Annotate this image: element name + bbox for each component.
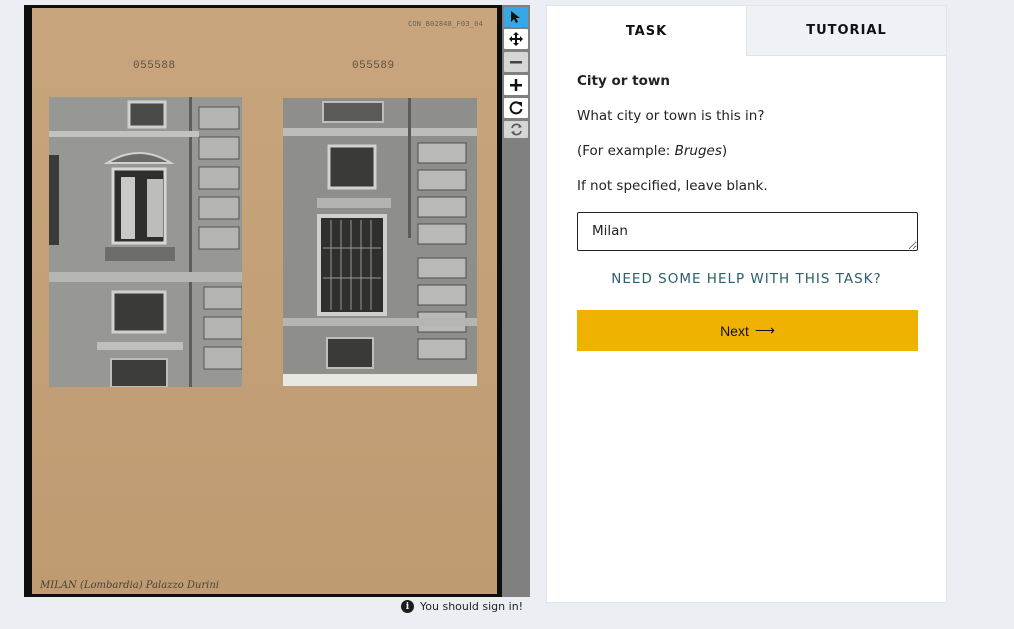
rotate-button[interactable] [504, 98, 528, 118]
viewer-toolbar [502, 5, 530, 597]
select-tool-button[interactable] [504, 7, 528, 27]
card-reference: CON_B02848_F03_04 [407, 20, 483, 28]
task-question: What city or town is this in? [577, 108, 765, 124]
task-example-suffix: ) [721, 143, 728, 159]
task-panel: TASK TUTORIAL City or town What city or … [546, 5, 947, 603]
tab-task[interactable]: TASK [547, 6, 746, 56]
zoom-out-icon [510, 61, 522, 64]
task-body: City or town What city or town is this i… [547, 56, 946, 351]
panel-tabs: TASK TUTORIAL [547, 6, 946, 56]
info-icon: i [401, 600, 414, 613]
reset-button[interactable] [504, 121, 528, 138]
task-example-prefix: (For example: [577, 143, 675, 159]
move-icon [509, 32, 523, 46]
rotate-icon [509, 101, 523, 115]
photo-right [283, 98, 477, 386]
arrow-right-icon: ⟶ [754, 322, 775, 338]
handwritten-caption: MILAN (Lombardia) Palazzo Durini [40, 580, 220, 591]
subject-viewer[interactable]: CON_B02848_F03_04 055588 055589 MILAN (L… [24, 5, 502, 597]
photo-left [49, 97, 242, 387]
photo-number-right: 055589 [352, 60, 395, 72]
next-button-label: Next [720, 322, 749, 339]
task-example-value: Bruges [674, 143, 722, 159]
move-tool-button[interactable] [504, 29, 528, 49]
answer-input[interactable]: Milan [577, 212, 918, 251]
signin-notice: i You should sign in! [401, 600, 523, 613]
task-title: City or town [577, 73, 670, 89]
select-icon [511, 11, 520, 23]
tab-tutorial[interactable]: TUTORIAL [746, 6, 946, 56]
zoom-out-button[interactable] [504, 52, 528, 72]
photo-number-left: 055588 [133, 60, 176, 72]
task-example: (For example: Bruges) [577, 143, 916, 159]
signin-notice-text: You should sign in! [420, 600, 524, 613]
next-button[interactable]: Next ⟶ [577, 310, 918, 351]
help-link[interactable]: NEED SOME HELP WITH THIS TASK? [577, 271, 916, 287]
reset-icon [510, 123, 522, 136]
zoom-in-button[interactable] [504, 75, 528, 95]
task-note: If not specified, leave blank. [577, 178, 768, 194]
zoom-in-icon [510, 79, 522, 91]
archive-card: CON_B02848_F03_04 055588 055589 MILAN (L… [32, 8, 497, 594]
